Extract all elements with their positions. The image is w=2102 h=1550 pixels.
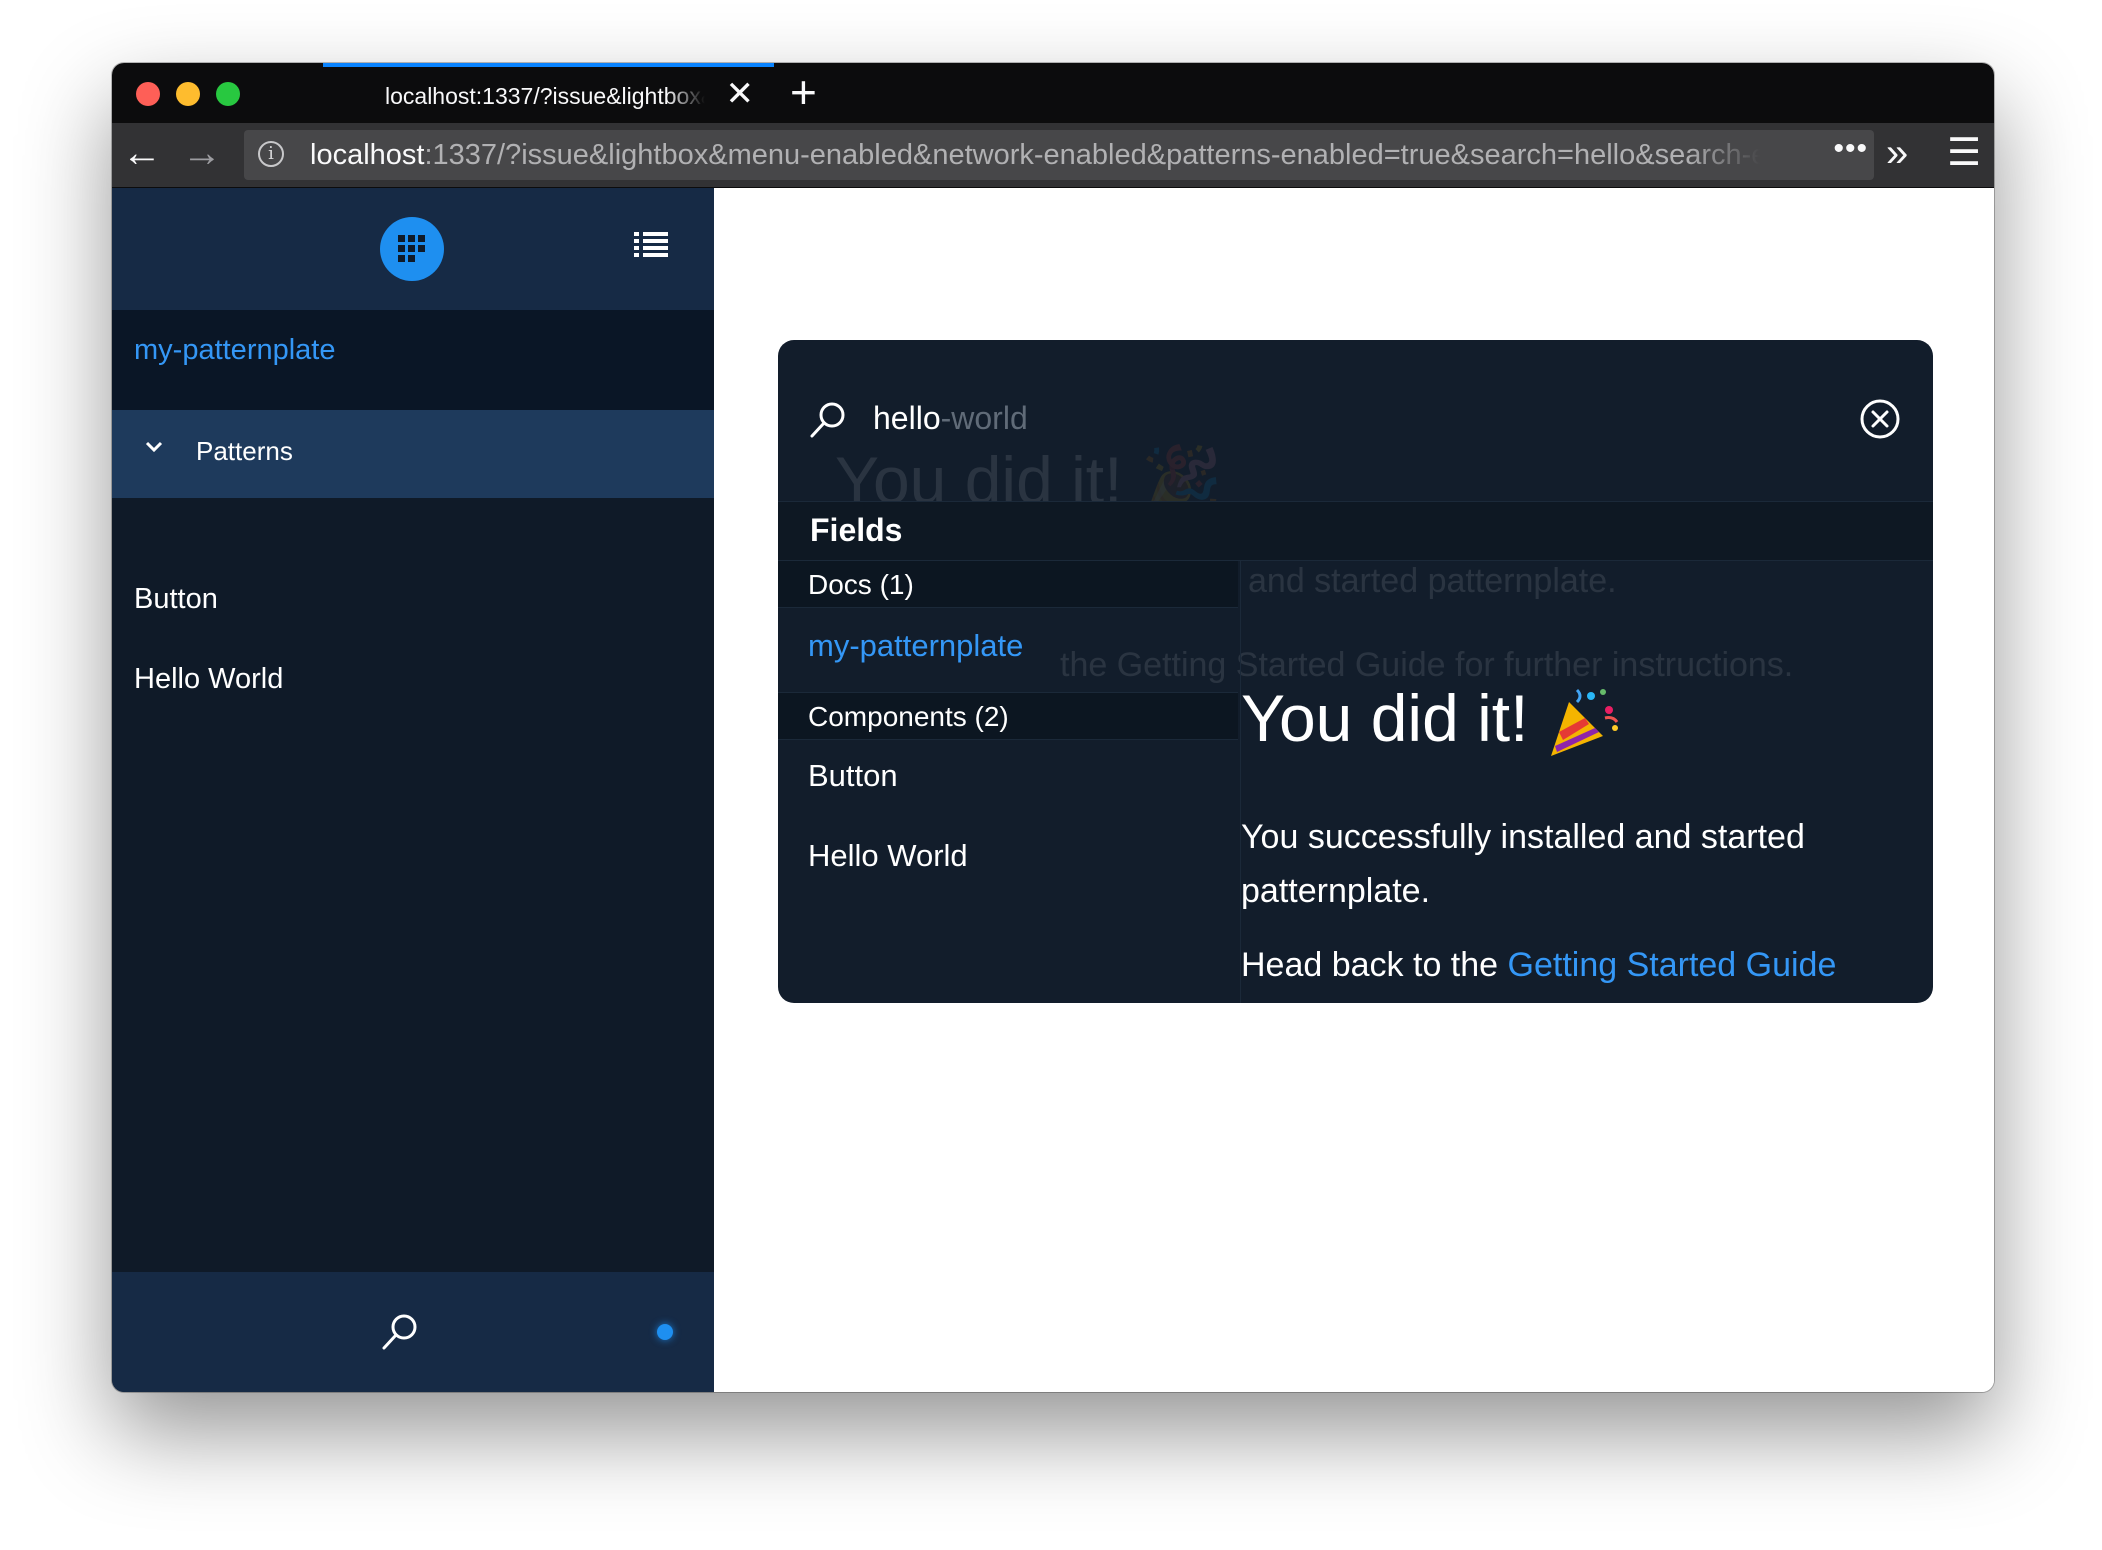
minimize-window-button[interactable] [176,82,200,106]
sidebar: my-patternplate Patterns Button Hello Wo… [112,188,714,1392]
forward-arrow-icon[interactable]: → [182,133,222,173]
fields-header: Fields [778,501,1933,561]
preview-text: You successfully installed and started p… [1241,818,1805,910]
search-icon[interactable] [380,1312,420,1352]
search-query: hello [873,400,941,436]
browser-tab[interactable]: localhost:1337/?issue&lightbox&menu-enab… [323,63,774,123]
sidebar-group-patterns[interactable]: Patterns [112,410,714,498]
info-icon[interactable]: i [258,141,284,167]
search-preview: You did it! You successfully installed a… [1240,560,1933,1003]
url-path: :1337/?issue&lightbox&menu-enabled&netwo… [424,139,1760,171]
sidebar-project: my-patternplate [112,310,714,410]
getting-started-link[interactable]: Getting Started Guide [1508,946,1837,984]
url-bar[interactable]: i localhost:1337/?issue&lightbox&menu-en… [244,130,1874,180]
more-dots-icon[interactable]: ••• [1833,132,1868,166]
components-header: Components (2) [778,692,1238,740]
hamburger-menu-icon[interactable]: ☰ [1947,129,1981,177]
search-overlay: You did it! 🎉 and started patternplate. … [778,340,1933,1003]
maximize-window-button[interactable] [216,82,240,106]
preview-guide-line: Head back to the Getting Started Guide [1241,946,1836,985]
search-result-doc[interactable]: my-patternplate [808,628,1023,664]
search-results: Docs (1) my-patternplate Components (2) … [778,560,1238,1003]
sidebar-header [112,188,714,310]
sidebar-footer [112,1272,714,1392]
browser-toolbar: ← → i localhost:1337/?issue&lightbox&men… [112,123,1994,188]
url-text[interactable]: localhost:1337/?issue&lightbox&menu-enab… [310,139,1760,172]
docs-header: Docs (1) [778,560,1238,608]
sidebar-item-hello-world[interactable]: Hello World [134,663,283,696]
url-host: localhost [310,139,425,171]
browser-window: localhost:1337/?issue&lightbox&menu-enab… [112,63,1994,1392]
close-circle-icon[interactable] [1859,398,1901,440]
search-result-component[interactable]: Button [808,758,898,794]
project-link[interactable]: my-patternplate [134,334,336,367]
docs-header-label: Docs (1) [808,569,914,600]
search-icon [810,402,845,438]
patternplate-logo-icon[interactable] [380,217,444,281]
components-header-label: Components (2) [808,701,1009,732]
tab-close-icon[interactable]: ✕ [726,77,755,111]
party-popper-icon [1551,688,1619,756]
tab-title: localhost:1337/?issue&lightbox&menu-enab… [385,83,705,109]
preview-title: You did it! [1241,681,1529,755]
search-suggestion: -world [940,400,1028,436]
status-dot-icon [657,1324,673,1340]
fields-label: Fields [810,512,903,548]
sidebar-group-label: Patterns [196,436,293,466]
preview-line-prefix: Head back to the [1241,946,1508,984]
chevron-down-icon [145,441,163,453]
new-tab-button[interactable]: + [790,67,817,117]
tab-bar: localhost:1337/?issue&lightbox&menu-enab… [112,63,1994,123]
main-content: You did it! 🎉 and started patternplate. … [714,188,1994,1392]
list-icon[interactable] [634,232,668,263]
search-input[interactable]: hello-world [873,400,1028,437]
overflow-chevron-icon[interactable]: » [1886,129,1908,177]
close-window-button[interactable] [136,82,160,106]
sidebar-item-button[interactable]: Button [134,583,218,616]
search-result-component[interactable]: Hello World [808,838,968,874]
back-arrow-icon[interactable]: ← [122,133,162,173]
